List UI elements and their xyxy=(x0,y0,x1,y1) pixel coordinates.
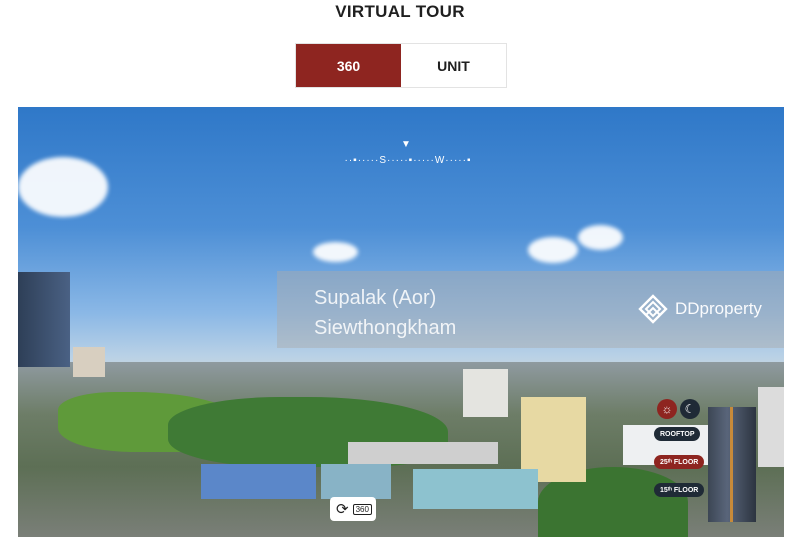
tour-tabs: 360 UNIT xyxy=(295,43,507,88)
sky-cloud xyxy=(313,242,358,262)
virtual-tour-page: VIRTUAL TOUR 360 UNIT ▼ ··▪·····S·····▪·… xyxy=(0,0,800,543)
rotate-icon: ⟳ xyxy=(336,501,349,518)
building xyxy=(73,347,105,377)
sky-cloud xyxy=(528,237,578,263)
sky-cloud xyxy=(18,157,108,217)
condo-tower xyxy=(708,407,756,522)
ddproperty-logo-text: DDproperty xyxy=(675,299,762,318)
compass: ▼ ··▪·····S·····▪·····W·····▪ xyxy=(338,137,478,167)
page-title: VIRTUAL TOUR xyxy=(335,2,465,21)
compass-marker-icon: ▼ xyxy=(401,139,411,150)
rotate-360-label: 360 xyxy=(352,503,372,515)
watermark-line-1: Supalak (Aor) xyxy=(314,287,437,309)
building xyxy=(321,464,391,499)
tower-accent-stripe xyxy=(730,407,733,522)
sky-cloud xyxy=(578,225,623,250)
watermark-text: Supalak (Aor) Siewthongkham xyxy=(314,283,456,343)
tab-unit[interactable]: UNIT xyxy=(401,44,506,87)
watermark-overlay: Supalak (Aor) Siewthongkham DDproperty xyxy=(277,271,784,348)
building xyxy=(463,369,508,417)
floor-15-button[interactable]: 15ᵗʰ FLOOR xyxy=(654,483,705,497)
ddproperty-logo: DDproperty xyxy=(637,293,762,325)
sun-icon[interactable]: ☼ xyxy=(657,399,677,419)
blue-building xyxy=(201,464,316,499)
panorama-viewer[interactable]: ▼ ··▪·····S·····▪·····W·····▪ Supalak (A… xyxy=(18,107,784,537)
floor-25-button[interactable]: 25ᵗʰ FLOOR xyxy=(654,455,705,469)
floor-rooftop-button[interactable]: ROOFTOP xyxy=(654,427,701,441)
rotate-360-control[interactable]: ⟳ 360 xyxy=(330,497,376,521)
tab-360[interactable]: 360 xyxy=(296,44,401,87)
building xyxy=(348,442,498,464)
glass-tower-building xyxy=(18,272,70,367)
compass-scale: ··▪·····S·····▪·····W·····▪ xyxy=(344,155,472,166)
building xyxy=(413,469,538,509)
ddproperty-logo-icon xyxy=(638,294,668,324)
watermark-line-2: Siewthongkham xyxy=(314,317,457,339)
building xyxy=(758,387,784,467)
moon-icon[interactable]: ☾ xyxy=(680,399,700,419)
